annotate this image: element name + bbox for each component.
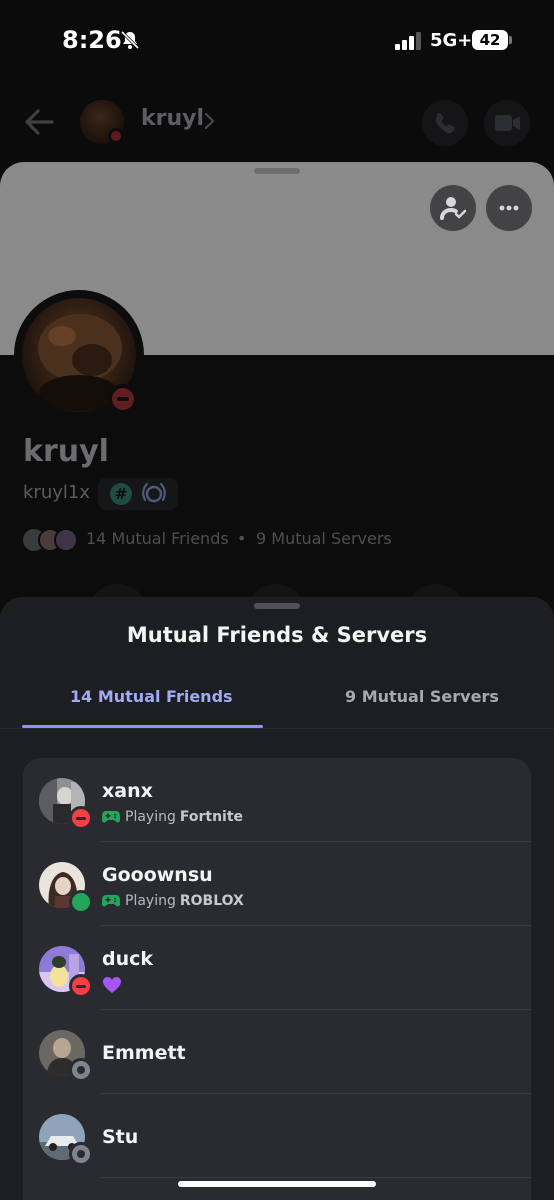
- list-item[interactable]: duck: [23, 926, 531, 1010]
- status-time: 8:26: [62, 26, 122, 54]
- purple-heart-icon: [103, 977, 121, 993]
- tab-mutual-servers[interactable]: 9 Mutual Servers: [345, 687, 499, 706]
- battery-tip: [509, 36, 512, 44]
- home-indicator: [178, 1181, 376, 1187]
- mutual-sheet-grabber[interactable]: [254, 603, 300, 609]
- battery-level: 42: [472, 30, 508, 50]
- online-status-icon: [69, 890, 93, 914]
- friend-name: Gooownsu: [102, 864, 213, 886]
- list-item[interactable]: Stu: [23, 1094, 531, 1178]
- profile-username[interactable]: kruyl1x: [23, 482, 90, 503]
- list-item[interactable]: xanx Playing Fortnite: [23, 758, 531, 842]
- chevron-right-icon: [205, 113, 215, 129]
- dnd-indicator: [112, 388, 134, 410]
- status-bar: 8:26 5G+ 42: [0, 0, 554, 84]
- hashtag-badge-icon[interactable]: #: [110, 483, 132, 505]
- list-item[interactable]: Emmett: [23, 1010, 531, 1094]
- network-type: 5G+: [430, 30, 473, 51]
- activity-prefix: Playing: [125, 809, 176, 825]
- video-call-button[interactable]: [484, 100, 530, 146]
- friend-name: xanx: [102, 780, 153, 802]
- laurel-badge-icon[interactable]: [140, 480, 168, 508]
- dnd-status-icon: [69, 806, 93, 830]
- friends-status-button[interactable]: [430, 185, 476, 231]
- voice-call-button[interactable]: [422, 100, 468, 146]
- bell-off-icon: [120, 30, 140, 50]
- more-options-button[interactable]: [486, 185, 532, 231]
- dnd-bar: [117, 397, 129, 401]
- activity-prefix: Playing: [125, 893, 176, 909]
- back-arrow-icon[interactable]: [24, 108, 54, 136]
- list-item[interactable]: Gooownsu Playing ROBLOX: [23, 842, 531, 926]
- activity-game: Fortnite: [179, 809, 244, 825]
- profile-sheet-grabber[interactable]: [254, 168, 300, 174]
- header-dnd-status-icon: [108, 128, 124, 144]
- profile-display-name: kruyl: [23, 434, 109, 469]
- sheet-title: Mutual Friends & Servers: [126, 623, 428, 647]
- mutual-friends-summary[interactable]: 14 Mutual Friends: [86, 529, 229, 548]
- more-dots-icon: [499, 205, 519, 211]
- mutual-servers-summary[interactable]: 9 Mutual Servers: [256, 529, 392, 548]
- mutual-friends-list: xanx Playing Fortnite Gooownsu Playing R…: [23, 758, 531, 1200]
- activity-game: ROBLOX: [179, 893, 244, 909]
- offline-status-icon: [69, 1142, 93, 1166]
- friend-name: Stu: [102, 1126, 139, 1148]
- tab-divider: [0, 728, 554, 729]
- video-camera-icon: [495, 115, 520, 131]
- header-name[interactable]: kruyl: [141, 106, 204, 131]
- friend-name: duck: [102, 948, 154, 970]
- profile-dnd-status-icon: [108, 384, 138, 414]
- dnd-status-icon: [69, 974, 93, 998]
- row-divider: [101, 1177, 531, 1178]
- cellular-signal-icon: [395, 32, 421, 50]
- phone-icon: [435, 113, 455, 134]
- gamepad-icon: [102, 895, 120, 907]
- tab-mutual-friends[interactable]: 14 Mutual Friends: [70, 687, 233, 706]
- gamepad-icon: [102, 811, 120, 823]
- friend-activity: Playing Fortnite: [102, 808, 243, 826]
- mutual-friends-servers-sheet: Mutual Friends & Servers 14 Mutual Frien…: [0, 597, 554, 1200]
- summary-separator: •: [237, 529, 247, 548]
- offline-status-icon: [69, 1058, 93, 1082]
- friend-check-icon: [440, 197, 467, 220]
- friend-activity: Playing ROBLOX: [102, 892, 244, 910]
- friend-name: Emmett: [102, 1042, 186, 1064]
- screen: 8:26 5G+ 42 kruyl kruyl kruyl1x # 14 Mut…: [0, 0, 554, 1200]
- mutual-friends-avatar-stack[interactable]: [23, 528, 79, 552]
